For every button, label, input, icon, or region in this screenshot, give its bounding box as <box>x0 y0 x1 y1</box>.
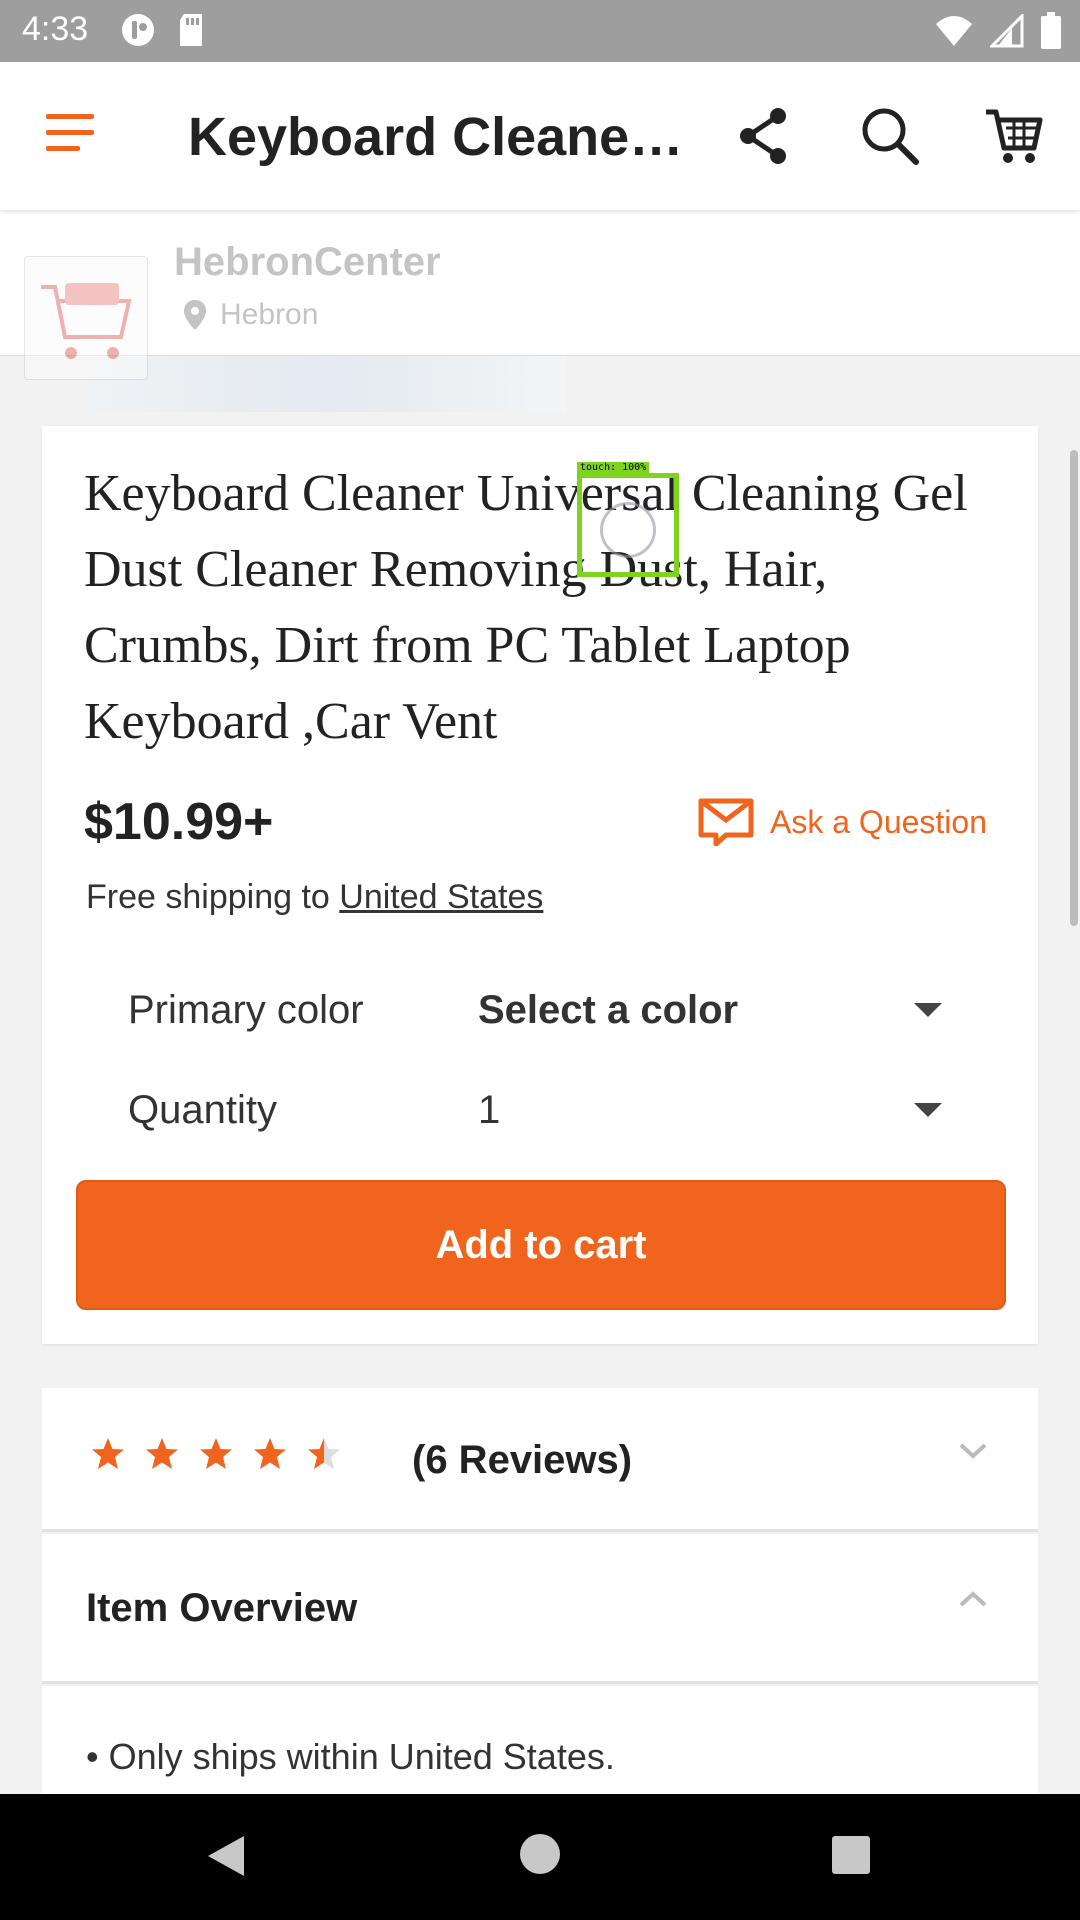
search-icon[interactable] <box>860 106 920 166</box>
star-icon <box>200 1438 232 1469</box>
primary-color-value: Select a color <box>478 987 739 1032</box>
status-time: 4:33 <box>22 10 89 48</box>
product-image-strip <box>90 356 566 412</box>
status-bar: 4:33 <box>0 0 1080 62</box>
menu-icon[interactable] <box>44 112 96 154</box>
location-pin-icon <box>184 300 206 330</box>
recent-apps-icon[interactable] <box>832 1836 870 1874</box>
quantity-select[interactable]: Quantity 1 <box>128 1070 948 1150</box>
item-overview-body: • Only ships within United States. <box>42 1686 1038 1796</box>
touch-indicator-label: touch: 100% <box>577 462 650 473</box>
reviews-section[interactable]: (6 Reviews) <box>42 1388 1038 1532</box>
shop-location-text: Hebron <box>220 298 319 331</box>
product-card: Keyboard Cleaner Universal Cleaning Gel … <box>42 426 1038 1344</box>
quantity-label: Quantity <box>128 1087 277 1132</box>
ask-question-button[interactable]: Ask a Question <box>698 798 987 846</box>
item-overview-header[interactable]: Item Overview <box>42 1534 1038 1684</box>
shop-logo <box>24 256 148 380</box>
home-icon[interactable] <box>520 1834 560 1874</box>
sd-card-icon <box>180 14 202 46</box>
app-bar: Keyboard Cleane… <box>0 62 1080 210</box>
page-title: Keyboard Cleane… <box>188 107 684 167</box>
reviews-count: (6 Reviews) <box>412 1438 633 1482</box>
shopping-cart-logo-icon <box>41 283 132 359</box>
quantity-value: 1 <box>478 1087 501 1132</box>
notification-icon <box>122 14 154 46</box>
status-right-icons <box>934 12 1062 50</box>
star-icon <box>308 1438 340 1469</box>
status-left-icons <box>120 12 206 48</box>
product-title: Keyboard Cleaner Universal Cleaning Gel … <box>84 465 968 750</box>
ask-question-label: Ask a Question <box>770 803 987 840</box>
chevron-down-icon <box>914 1003 942 1017</box>
star-rating <box>90 1436 342 1472</box>
primary-color-label: Primary color <box>128 987 364 1032</box>
chevron-up-icon[interactable] <box>958 1590 988 1608</box>
shipping-prefix: Free shipping to <box>86 878 340 916</box>
add-to-cart-button[interactable]: Add to cart <box>76 1180 1006 1310</box>
chevron-down-icon[interactable] <box>958 1442 988 1460</box>
cart-icon[interactable] <box>984 106 1044 166</box>
primary-color-select[interactable]: Primary color Select a color <box>128 970 948 1050</box>
shipping-info: Free shipping to United States <box>86 878 543 917</box>
navigation-bar <box>0 1794 1080 1920</box>
touch-indicator-circle <box>600 502 656 558</box>
wifi-icon <box>936 16 972 46</box>
star-icon <box>146 1438 178 1469</box>
mail-icon <box>698 798 754 846</box>
star-icon <box>254 1438 286 1469</box>
star-icon <box>92 1438 124 1469</box>
back-icon[interactable] <box>206 1834 246 1878</box>
shop-header[interactable]: HebronCenter Hebron <box>0 210 1080 380</box>
shop-name[interactable]: HebronCenter <box>174 240 441 285</box>
shipping-destination-link[interactable]: United States <box>339 878 543 916</box>
item-overview-title: Item Overview <box>86 1586 358 1630</box>
signal-icon <box>990 14 1024 48</box>
chevron-down-icon <box>914 1103 942 1117</box>
product-price: $10.99+ <box>84 793 274 851</box>
share-icon[interactable] <box>736 106 792 166</box>
overview-bullet: • Only ships within United States. <box>86 1736 615 1777</box>
shop-location: Hebron <box>184 298 318 332</box>
scrollbar[interactable] <box>1070 450 1078 926</box>
battery-icon <box>1041 12 1061 49</box>
